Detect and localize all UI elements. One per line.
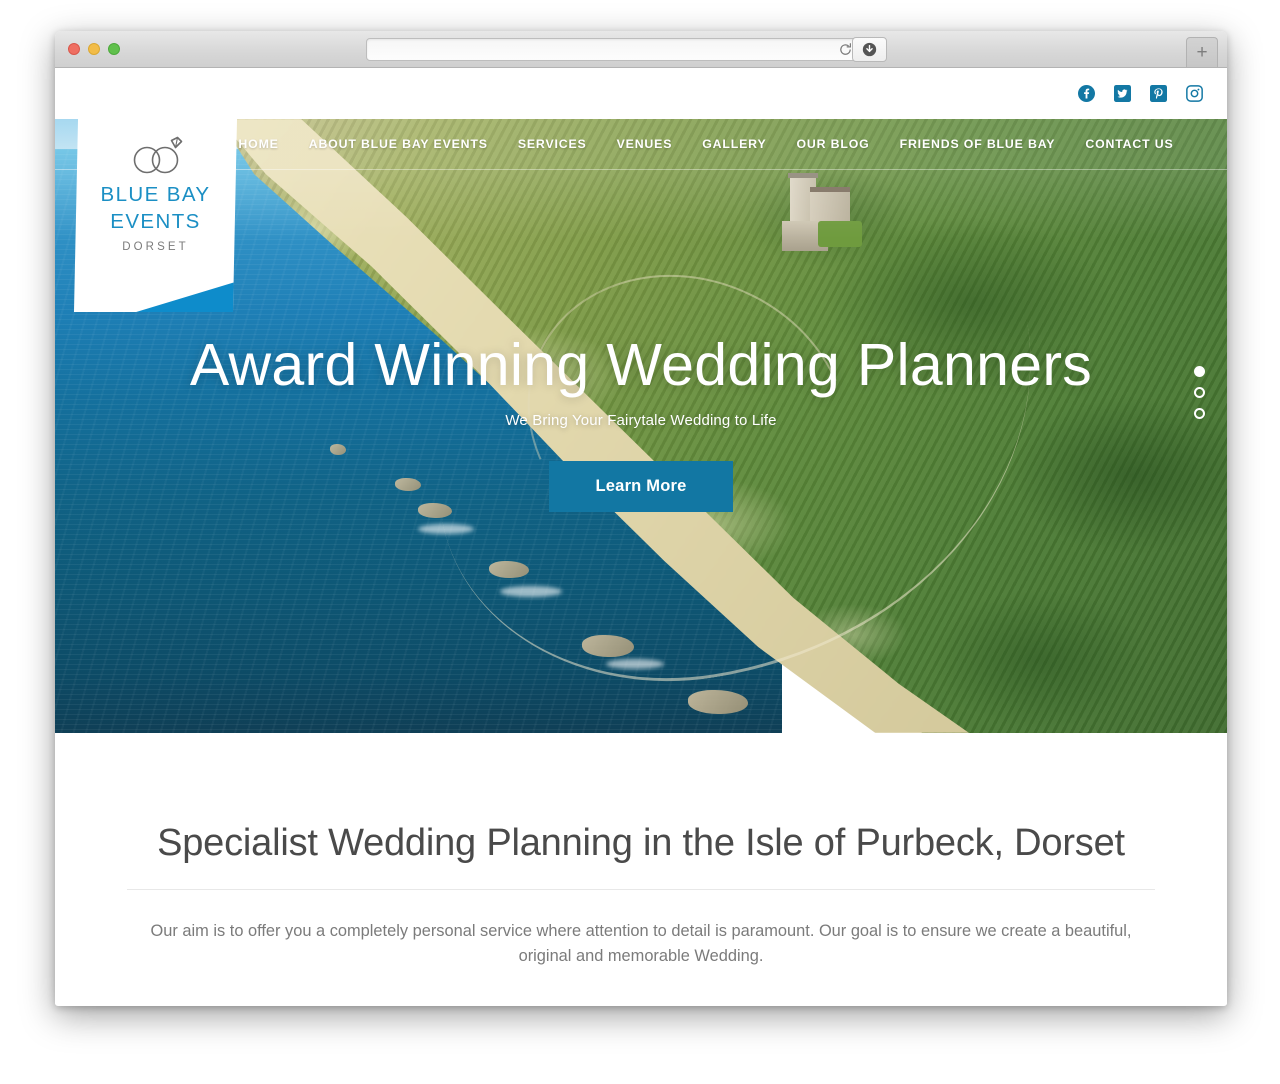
window-controls: [68, 43, 120, 55]
nav-item-about-blue-bay-events[interactable]: ABOUT BLUE BAY EVENTS: [309, 137, 488, 151]
instagram-icon[interactable]: [1186, 85, 1203, 102]
nav-item-home[interactable]: HOME: [238, 137, 278, 151]
twitter-icon[interactable]: [1114, 85, 1131, 102]
hero-slider: HOME ABOUT BLUE BAY EVENTS SERVICES VENU…: [55, 119, 1227, 733]
nav-item-venues[interactable]: VENUES: [617, 137, 673, 151]
wedding-rings-icon: [124, 134, 188, 183]
browser-titlebar: +: [55, 31, 1227, 68]
slider-dot-2[interactable]: [1194, 387, 1205, 398]
nav-item-services[interactable]: SERVICES: [518, 137, 587, 151]
hero-subtitle: We Bring Your Fairytale Wedding to Life: [505, 411, 777, 429]
intro-paragraph: Our aim is to offer you a completely per…: [150, 921, 1132, 965]
pinterest-icon[interactable]: [1150, 85, 1167, 102]
page-viewport: HOME ABOUT BLUE BAY EVENTS SERVICES VENU…: [55, 68, 1227, 1005]
download-button[interactable]: [852, 37, 887, 62]
hero-content: Award Winning Wedding Planners We Bring …: [55, 334, 1227, 512]
browser-window: + HOME ABOUT BLUE BAY EVENTS SERVICES VE…: [55, 31, 1227, 1006]
page-title: Specialist Wedding Planning in the Isle …: [157, 822, 1125, 864]
social-top-bar: [55, 68, 1227, 119]
maximize-window-button[interactable]: [108, 43, 120, 55]
social-links: [1078, 85, 1203, 102]
address-bar-input[interactable]: [366, 38, 861, 61]
logo-swoosh-shape: [74, 260, 237, 312]
nav-item-gallery[interactable]: GALLERY: [702, 137, 766, 151]
logo-line-2: EVENTS: [110, 210, 201, 233]
slider-dot-1[interactable]: [1194, 366, 1205, 377]
site-logo[interactable]: BLUE BAY EVENTS DORSET: [73, 119, 238, 312]
reload-icon[interactable]: [838, 42, 853, 57]
hero-title: Award Winning Wedding Planners: [189, 332, 1093, 398]
logo-line-3: DORSET: [122, 241, 189, 253]
intro-section: Specialist Wedding Planning in the Isle …: [55, 733, 1227, 969]
learn-more-button[interactable]: Learn More: [548, 460, 734, 512]
nav-item-contact-us[interactable]: CONTACT US: [1085, 137, 1173, 151]
minimize-window-button[interactable]: [88, 43, 100, 55]
slider-dot-3[interactable]: [1194, 408, 1205, 419]
slider-pagination: [1194, 366, 1205, 419]
close-window-button[interactable]: [68, 43, 80, 55]
title-divider: [127, 888, 1155, 890]
logo-line-1: BLUE BAY: [100, 183, 211, 206]
nav-item-friends-of-blue-bay[interactable]: FRIENDS OF BLUE BAY: [900, 137, 1056, 151]
download-icon: [862, 42, 877, 57]
nav-item-our-blog[interactable]: OUR BLOG: [797, 137, 870, 151]
new-tab-button[interactable]: +: [1186, 37, 1218, 67]
facebook-icon[interactable]: [1078, 85, 1095, 102]
address-bar-container: [366, 38, 861, 61]
